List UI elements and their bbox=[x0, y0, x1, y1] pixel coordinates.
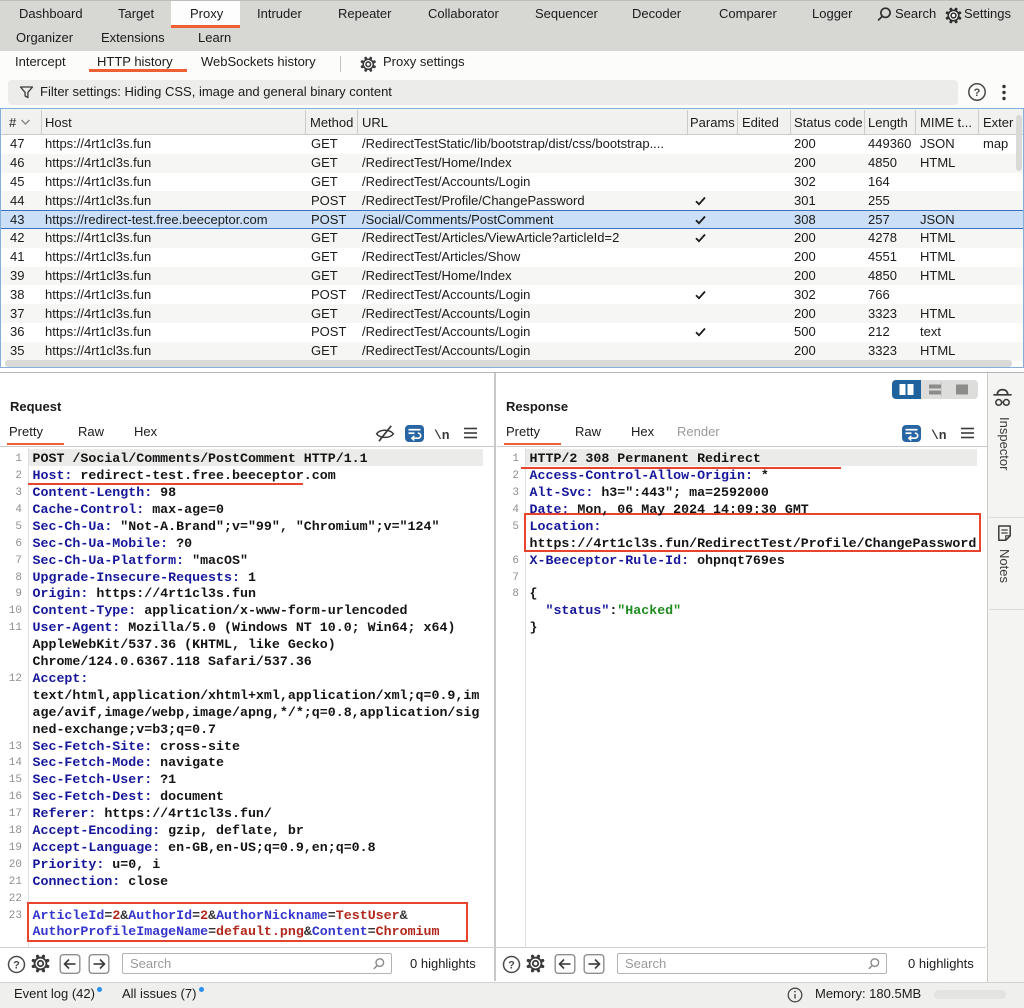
svg-text:?: ? bbox=[974, 87, 981, 99]
svg-text:?: ? bbox=[13, 959, 20, 971]
svg-text:?: ? bbox=[508, 959, 515, 971]
